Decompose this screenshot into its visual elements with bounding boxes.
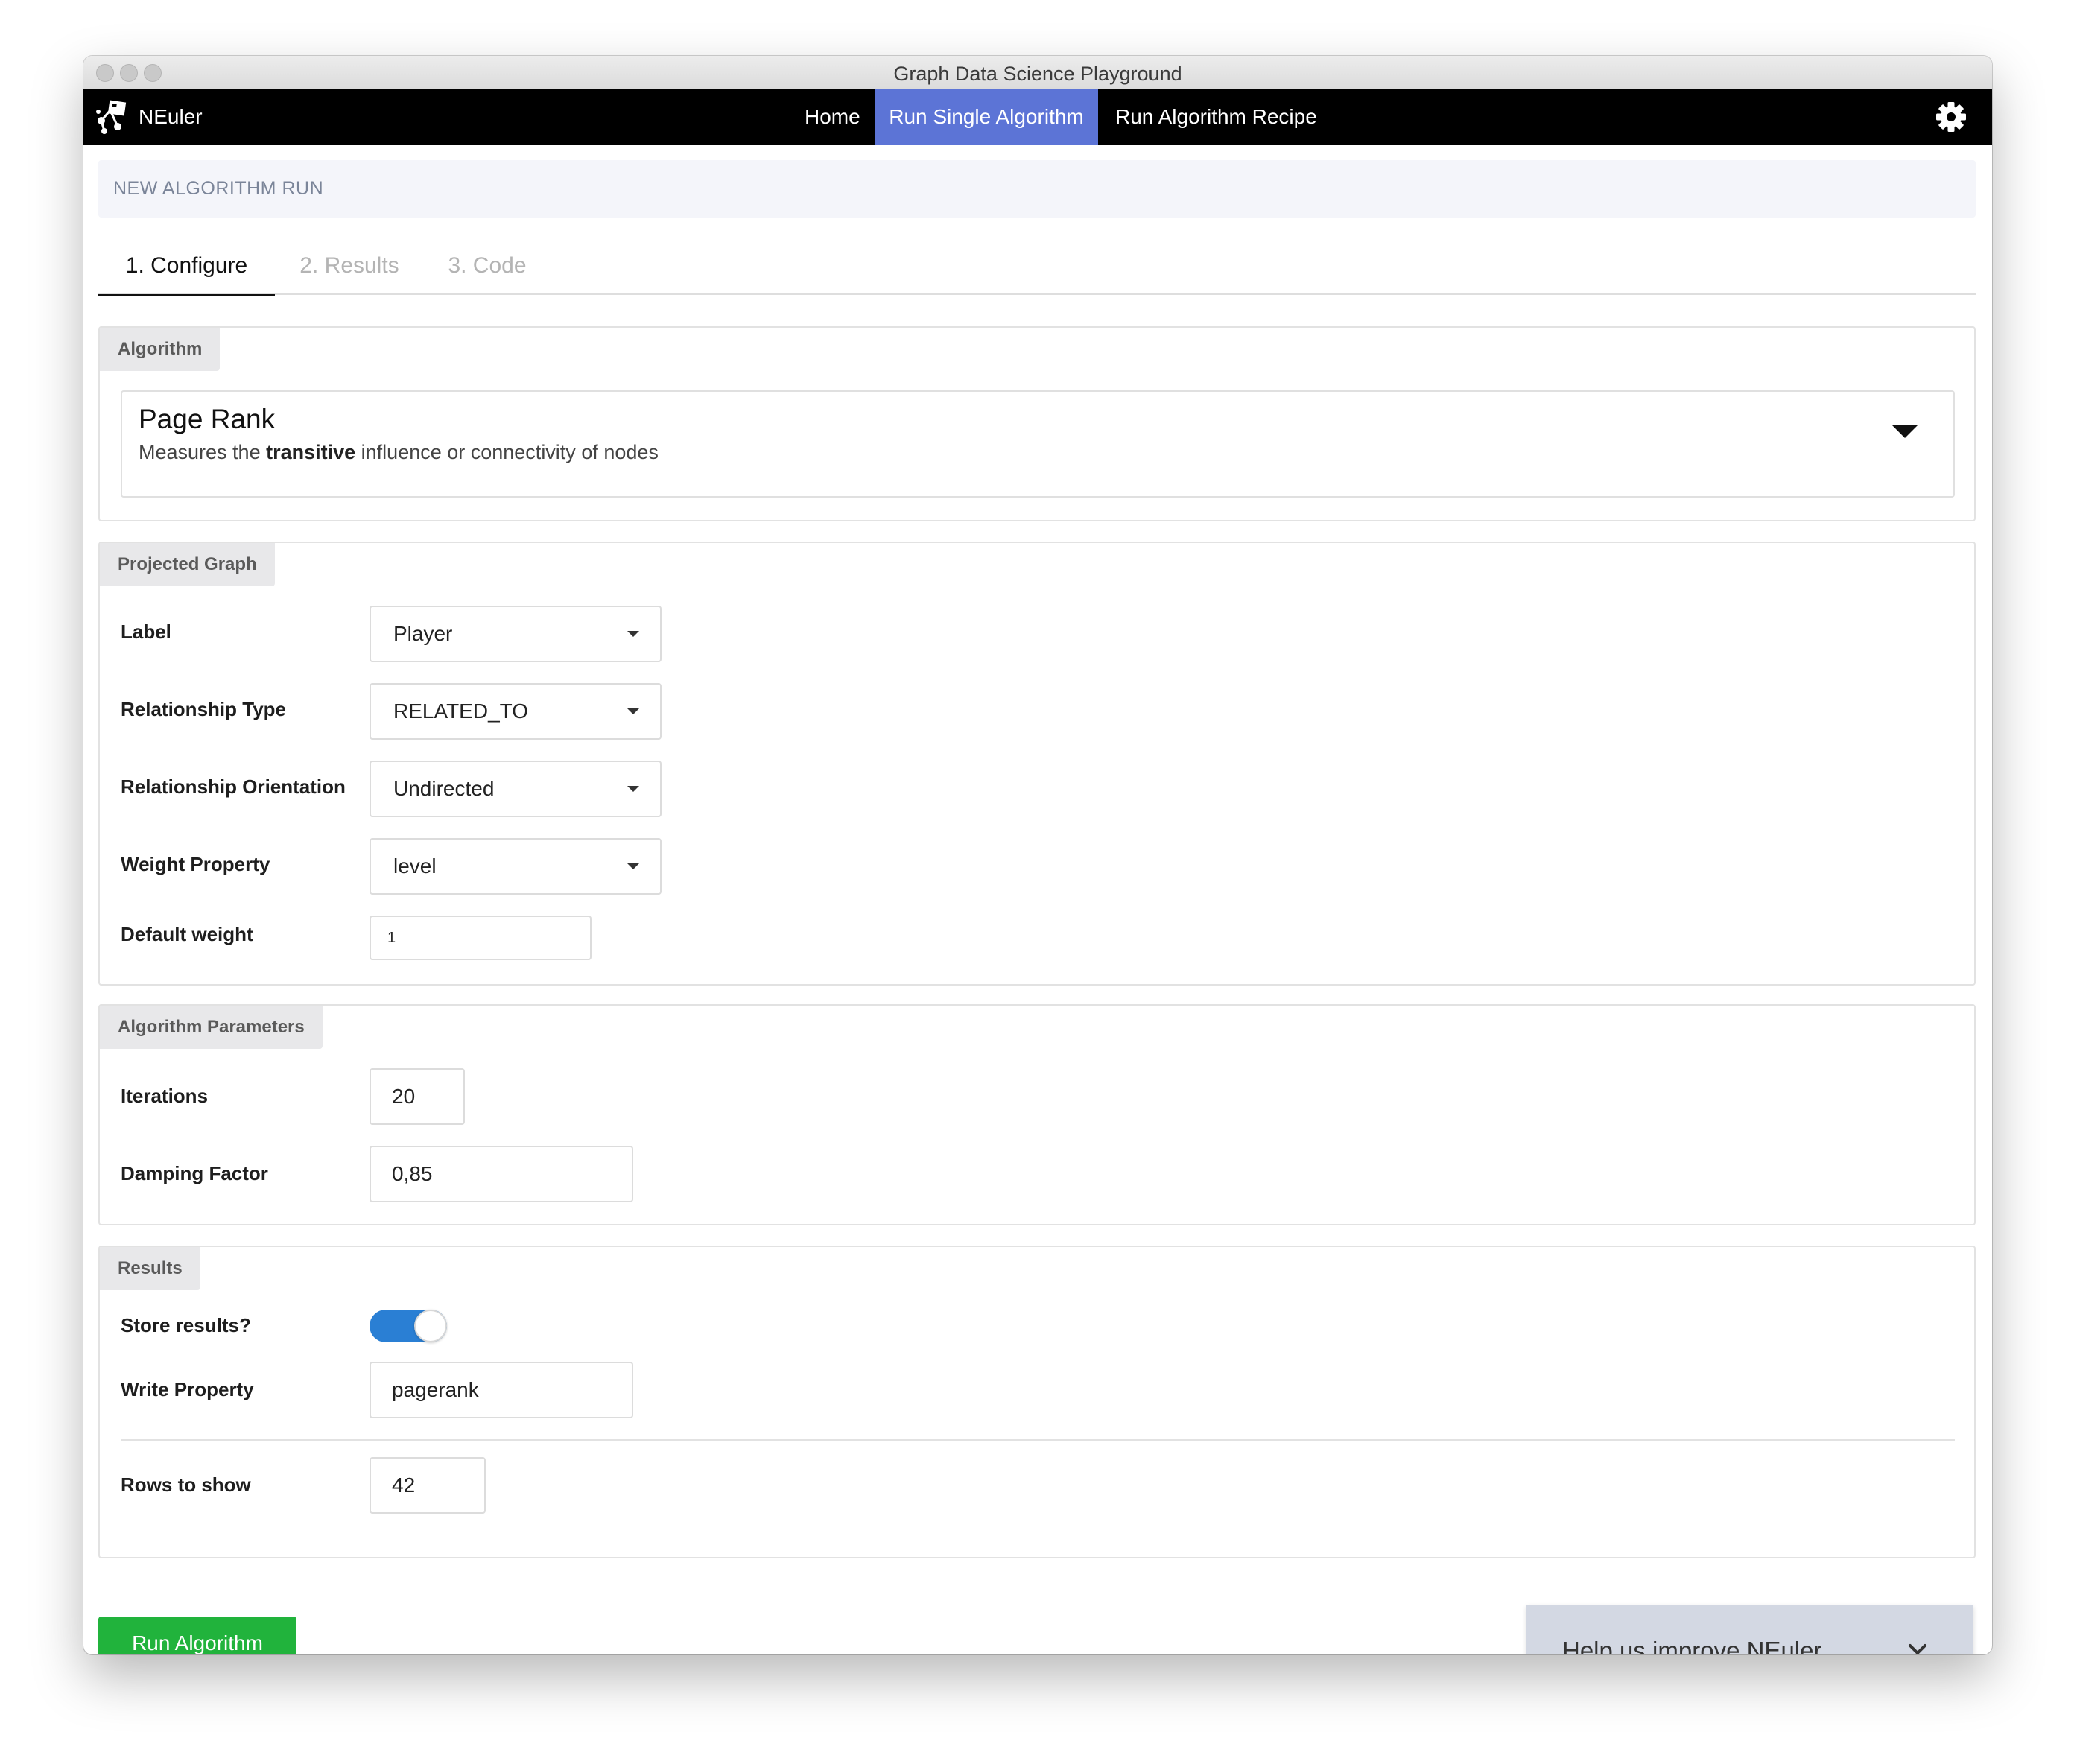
panel-tag-algorithm-parameters: Algorithm Parameters — [100, 1006, 323, 1049]
tab-code[interactable]: 3. Code — [424, 237, 551, 295]
window-titlebar: Graph Data Science Playground — [83, 56, 1992, 89]
run-algorithm-button[interactable]: Run Algorithm — [98, 1617, 296, 1654]
relationship-orientation-value: Undirected — [393, 777, 495, 800]
default-weight-label: Default weight — [121, 923, 253, 945]
projected-graph-panel: Projected Graph Label Player Relationshi… — [98, 542, 1976, 986]
write-property-label: Write Property — [121, 1378, 254, 1400]
caret-down-icon — [627, 863, 639, 869]
nav-home[interactable]: Home — [805, 89, 860, 145]
nav-run-single-algorithm[interactable]: Run Single Algorithm — [875, 89, 1098, 145]
rows-to-show-input[interactable] — [370, 1457, 486, 1514]
algorithm-name: Page Rank — [139, 404, 276, 434]
damping-factor-label: Damping Factor — [121, 1162, 268, 1184]
relationship-type-dropdown[interactable]: RELATED_TO — [370, 683, 662, 740]
step-tabs: 1. Configure 2. Results 3. Code — [98, 237, 1976, 296]
toggle-knob — [414, 1310, 447, 1342]
chevron-down-icon[interactable] — [1908, 1640, 1927, 1654]
iterations-input[interactable] — [370, 1068, 465, 1125]
algorithm-description: Measures the transitive influence or con… — [139, 441, 659, 463]
label-dropdown-value: Player — [393, 622, 453, 645]
top-navbar: NEuler Home Run Single Algorithm Run Alg… — [83, 89, 1992, 145]
tab-configure[interactable]: 1. Configure — [98, 237, 275, 296]
default-weight-input[interactable] — [370, 916, 592, 960]
relationship-orientation-label: Relationship Orientation — [121, 775, 346, 798]
results-divider — [121, 1439, 1955, 1441]
page-header: NEW ALGORITHM RUN — [98, 160, 1976, 218]
store-results-toggle[interactable] — [370, 1310, 447, 1342]
label-field-label: Label — [121, 621, 171, 643]
label-dropdown[interactable]: Player — [370, 606, 662, 662]
algorithm-select[interactable]: Page Rank Measures the transitive influe… — [121, 390, 1955, 498]
weight-property-dropdown[interactable]: level — [370, 838, 662, 895]
caret-down-icon — [627, 631, 639, 637]
damping-factor-input[interactable] — [370, 1146, 633, 1202]
nav-run-algorithm-recipe[interactable]: Run Algorithm Recipe — [1115, 89, 1317, 145]
algorithm-panel: Algorithm Page Rank Measures the transit… — [98, 326, 1976, 521]
store-results-label: Store results? — [121, 1314, 251, 1336]
gear-icon[interactable] — [1935, 101, 1967, 133]
app-window: Graph Data Science Playground NEuler Hom… — [83, 56, 1992, 1654]
rows-to-show-label: Rows to show — [121, 1473, 251, 1496]
window-title: Graph Data Science Playground — [893, 63, 1182, 85]
relationship-type-value: RELATED_TO — [393, 699, 529, 723]
feedback-widget[interactable]: Help us improve NEuler — [1526, 1605, 1973, 1654]
tab-results[interactable]: 2. Results — [275, 237, 424, 295]
caret-down-icon — [1892, 425, 1918, 438]
weight-property-value: level — [393, 854, 437, 878]
algorithm-parameters-panel: Algorithm Parameters Iterations Damping … — [98, 1004, 1976, 1225]
relationship-orientation-dropdown[interactable]: Undirected — [370, 761, 662, 817]
relationship-type-label: Relationship Type — [121, 698, 286, 720]
feedback-label: Help us improve NEuler — [1562, 1637, 1822, 1654]
brand-name[interactable]: NEuler — [139, 89, 203, 145]
panel-tag-results: Results — [100, 1247, 200, 1290]
iterations-label: Iterations — [121, 1085, 209, 1107]
results-panel: Results Store results? Write Property Ro… — [98, 1246, 1976, 1558]
write-property-input[interactable] — [370, 1362, 633, 1418]
weight-property-label: Weight Property — [121, 853, 270, 875]
neuler-logo-icon — [96, 100, 127, 134]
caret-down-icon — [627, 786, 639, 792]
panel-tag-projected-graph: Projected Graph — [100, 543, 275, 586]
panel-tag-algorithm: Algorithm — [100, 328, 221, 371]
caret-down-icon — [627, 708, 639, 714]
